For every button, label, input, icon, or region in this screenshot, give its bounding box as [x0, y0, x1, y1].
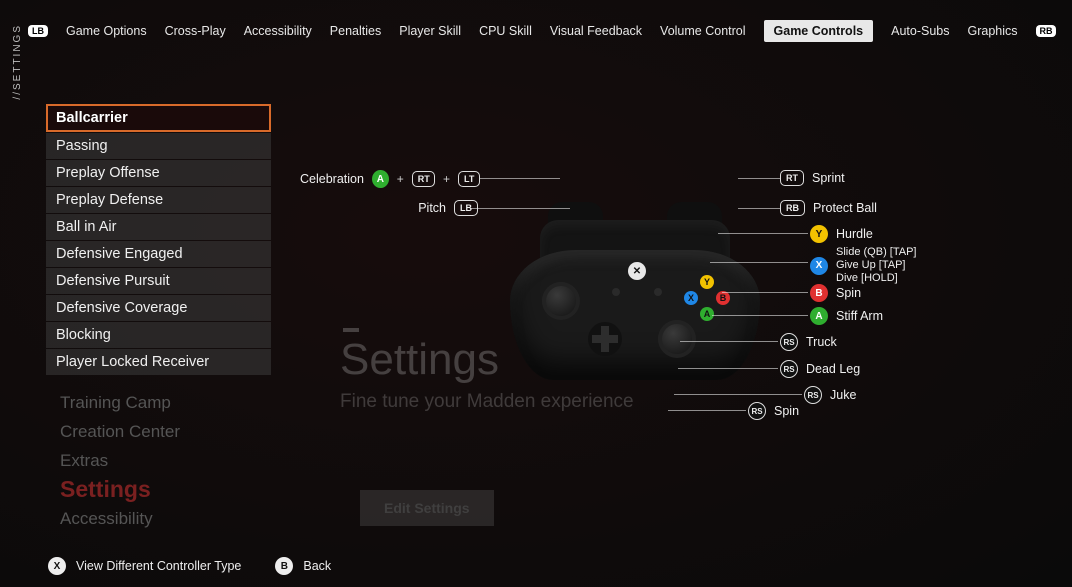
rb-pill-icon: RB: [780, 200, 805, 216]
category-defensive-pursuit[interactable]: Defensive Pursuit: [46, 268, 271, 294]
category-defensive-engaged[interactable]: Defensive Engaged: [46, 241, 271, 267]
y-button-icon: Y: [700, 275, 714, 289]
hurdle-label: Hurdle: [836, 227, 873, 241]
tab-cpu-skill[interactable]: CPU Skill: [479, 24, 532, 38]
category-player-locked-receiver[interactable]: Player Locked Receiver: [46, 349, 271, 375]
category-defensive-coverage[interactable]: Defensive Coverage: [46, 295, 271, 321]
plus-icon: +: [443, 172, 450, 186]
b-button-icon: B: [716, 291, 730, 305]
y-circle-icon: Y: [810, 225, 828, 243]
pitch-label: Pitch: [418, 201, 446, 215]
rs-circle-icon: RS: [804, 386, 822, 404]
tab-bar: LB Game Options Cross-Play Accessibility…: [28, 20, 1044, 42]
category-passing[interactable]: Passing: [46, 133, 271, 159]
lb-bumper-icon: LB: [28, 25, 48, 37]
control-hurdle: Y Hurdle: [810, 225, 873, 243]
sprint-label: Sprint: [812, 171, 845, 185]
a-circle-icon: A: [810, 307, 828, 325]
rt-pill-icon: RT: [412, 171, 435, 187]
control-rs-spin: RS Spin: [748, 402, 799, 420]
truck-label: Truck: [806, 335, 837, 349]
control-stiff-arm: A Stiff Arm: [810, 307, 883, 325]
x-circle-icon: X: [810, 257, 828, 275]
category-preplay-defense[interactable]: Preplay Defense: [46, 187, 271, 213]
rb-bumper-icon: RB: [1036, 25, 1056, 37]
ghost-edit-settings-button: Edit Settings: [360, 490, 494, 526]
category-preplay-offense[interactable]: Preplay Offense: [46, 160, 271, 186]
control-sprint: RT Sprint: [780, 170, 845, 186]
controller-diagram: ✕ Y X B A LT + RT + A Celebration LB Pit…: [300, 130, 1040, 470]
a-button-icon: A: [700, 307, 714, 321]
juke-label: Juke: [830, 388, 856, 402]
rs-circle-icon: RS: [780, 360, 798, 378]
dead-leg-label: Dead Leg: [806, 362, 860, 376]
ghost-creation-center: Creation Center: [60, 417, 180, 446]
protect-label: Protect Ball: [813, 201, 877, 215]
x-button-icon: X: [684, 291, 698, 305]
category-ball-in-air[interactable]: Ball in Air: [46, 214, 271, 240]
stiff-arm-label: Stiff Arm: [836, 309, 883, 323]
control-spin: B Spin: [810, 284, 861, 302]
ghost-menu: Training Camp Creation Center Extras Set…: [60, 388, 180, 533]
left-stick-icon: [542, 282, 580, 320]
b-circle-icon: B: [810, 284, 828, 302]
control-celebration: LT + RT + A Celebration: [300, 170, 480, 188]
tab-graphics[interactable]: Graphics: [968, 24, 1018, 38]
menu-button-icon: [654, 288, 662, 296]
tab-visual-feedback[interactable]: Visual Feedback: [550, 24, 642, 38]
b-hint-icon: B: [275, 557, 293, 575]
tab-game-controls[interactable]: Game Controls: [764, 20, 874, 42]
tab-auto-subs[interactable]: Auto-Subs: [891, 24, 949, 38]
tab-game-options[interactable]: Game Options: [66, 24, 147, 38]
tab-cross-play[interactable]: Cross-Play: [165, 24, 226, 38]
view-button-icon: [612, 288, 620, 296]
control-juke: RS Juke: [804, 386, 856, 404]
category-blocking[interactable]: Blocking: [46, 322, 271, 348]
dpad-icon: [588, 322, 622, 356]
rs-spin-label: Spin: [774, 404, 799, 418]
tab-accessibility[interactable]: Accessibility: [244, 24, 312, 38]
a-circle-icon: A: [372, 170, 389, 188]
rt-pill-icon: RT: [780, 170, 804, 186]
x-hint-icon: X: [48, 557, 66, 575]
back-hint: Back: [303, 559, 331, 573]
category-list: Ballcarrier Passing Preplay Offense Prep…: [46, 104, 271, 376]
ghost-training-camp: Training Camp: [60, 388, 180, 417]
tab-player-skill[interactable]: Player Skill: [399, 24, 461, 38]
tab-penalties[interactable]: Penalties: [330, 24, 381, 38]
controller-icon: ✕ Y X B A: [510, 220, 760, 390]
x-moves-label: Slide (QB) [TAP] Give Up [TAP] Dive [HOL…: [836, 246, 916, 285]
settings-vertical-label: //SETTINGS: [12, 24, 23, 100]
plus-icon: +: [397, 172, 404, 186]
category-ballcarrier[interactable]: Ballcarrier: [46, 104, 271, 132]
control-protect-ball: RB Protect Ball: [780, 200, 877, 216]
rs-circle-icon: RS: [748, 402, 766, 420]
control-dead-leg: RS Dead Leg: [780, 360, 860, 378]
view-controller-type-hint: View Different Controller Type: [76, 559, 241, 573]
right-stick-icon: [658, 320, 696, 358]
spin-label: Spin: [836, 286, 861, 300]
ghost-settings: Settings: [60, 475, 180, 504]
tab-volume-control[interactable]: Volume Control: [660, 24, 745, 38]
xbox-logo-icon: ✕: [628, 262, 646, 280]
celebration-label: Celebration: [300, 172, 364, 186]
footer-hints: X View Different Controller Type B Back: [48, 557, 331, 575]
ghost-accessibility: Accessibility: [60, 504, 180, 533]
lt-pill-icon: LT: [458, 171, 480, 187]
control-x-moves: X Slide (QB) [TAP] Give Up [TAP] Dive [H…: [810, 246, 916, 285]
control-pitch: LB Pitch: [388, 200, 478, 216]
control-truck: RS Truck: [780, 333, 837, 351]
rs-circle-icon: RS: [780, 333, 798, 351]
ghost-extras: Extras: [60, 446, 180, 475]
